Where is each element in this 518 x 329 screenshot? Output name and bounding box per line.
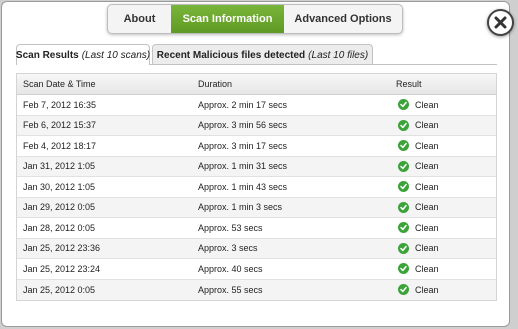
cell-duration: Approx. 3 min 56 secs <box>198 120 288 131</box>
table-header: Scan Date & Time Duration Result <box>17 74 496 95</box>
cell-result: Clean <box>396 160 496 172</box>
cell-duration: Approx. 53 secs <box>198 222 263 233</box>
result-label: Clean <box>415 284 439 295</box>
cell-duration: Approx. 40 secs <box>198 263 263 274</box>
subtab-scan-results-label: Scan Results <box>15 49 79 61</box>
check-icon <box>398 140 409 152</box>
cell-date: Jan 30, 2012 1:05 <box>23 181 96 192</box>
cell-duration: Approx. 3 secs <box>198 243 258 254</box>
cell-date: Jan 28, 2012 0:05 <box>23 222 96 233</box>
result-label: Clean <box>415 263 439 274</box>
table-row: Feb 4, 2012 18:17 Approx. 3 min 17 secs Cl… <box>17 136 496 157</box>
subtab-malicious-files[interactable]: Recent Malicious files detected (Last 10… <box>152 44 373 65</box>
tab-advanced-options[interactable]: Advanced Options <box>284 5 402 33</box>
result-label: Clean <box>415 202 439 213</box>
table-body: Feb 7, 2012 16:35 Approx. 2 min 17 secs Cl… <box>17 95 496 300</box>
cell-date: Jan 29, 2012 0:05 <box>23 202 96 213</box>
subtab-scan-results-hint: (Last 10 scans) <box>81 49 151 61</box>
table-row: Jan 25, 2012 23:36 Approx. 3 secs Clean <box>17 238 496 259</box>
check-icon <box>398 160 409 172</box>
header-date: Scan Date & Time <box>23 79 96 89</box>
result-label: Clean <box>415 99 439 110</box>
check-icon <box>398 119 409 131</box>
scan-info-dialog: About Scan Information Advanced Options … <box>1 1 510 327</box>
check-icon <box>398 99 409 111</box>
table-row: Jan 28, 2012 0:05 Approx. 53 secs Clean <box>17 218 496 239</box>
subtab-scan-results[interactable]: Scan Results (Last 10 scans) <box>16 44 150 65</box>
table-row: Jan 25, 2012 0:05 Approx. 55 secs Clean <box>17 279 496 300</box>
tab-scan-information[interactable]: Scan Information <box>171 5 284 33</box>
cell-result: Clean <box>396 99 496 111</box>
close-icon <box>494 16 507 29</box>
check-icon <box>398 181 409 193</box>
table-row: Jan 31, 2012 1:05 Approx. 1 min 31 secs Cl… <box>17 156 496 177</box>
cell-duration: Approx. 1 min 3 secs <box>198 202 283 213</box>
scan-results-table: Scan Date & Time Duration Result Feb 7, … <box>16 73 497 301</box>
cell-duration: Approx. 3 min 17 secs <box>198 140 288 151</box>
subtab-malicious-files-label: Recent Malicious files detected <box>156 49 306 61</box>
header-result: Result <box>396 79 422 89</box>
check-icon <box>398 222 409 234</box>
cell-duration: Approx. 1 min 43 secs <box>198 181 288 192</box>
check-icon <box>398 201 409 213</box>
cell-result: Clean <box>396 201 496 213</box>
check-icon <box>398 284 409 296</box>
table-row: Feb 7, 2012 16:35 Approx. 2 min 17 secs Cl… <box>17 95 496 116</box>
cell-result: Clean <box>396 263 496 275</box>
cell-date: Feb 4, 2012 18:17 <box>23 140 97 151</box>
table-row: Feb 6, 2012 15:37 Approx. 3 min 56 secs Cl… <box>17 115 496 136</box>
cell-date: Jan 25, 2012 23:36 <box>23 243 101 254</box>
result-label: Clean <box>415 140 439 151</box>
cell-date: Jan 25, 2012 23:24 <box>23 263 101 274</box>
check-icon <box>398 242 409 254</box>
table-row: Jan 29, 2012 0:05 Approx. 1 min 3 secs Cle… <box>17 197 496 218</box>
cell-date: Jan 25, 2012 0:05 <box>23 284 96 295</box>
result-label: Clean <box>415 181 439 192</box>
cell-result: Clean <box>396 181 496 193</box>
cell-date: Jan 31, 2012 1:05 <box>23 161 96 172</box>
cell-result: Clean <box>396 119 496 131</box>
cell-date: Feb 6, 2012 15:37 <box>23 120 97 131</box>
cell-date: Feb 7, 2012 16:35 <box>23 99 97 110</box>
tab-about[interactable]: About <box>108 5 171 33</box>
table-row: Jan 30, 2012 1:05 Approx. 1 min 43 secs Cl… <box>17 177 496 198</box>
cell-result: Clean <box>396 284 496 296</box>
cell-duration: Approx. 2 min 17 secs <box>198 99 288 110</box>
cell-result: Clean <box>396 222 496 234</box>
cell-result: Clean <box>396 242 496 254</box>
top-tab-bar: About Scan Information Advanced Options <box>107 4 403 34</box>
close-button[interactable] <box>487 9 514 36</box>
cell-duration: Approx. 55 secs <box>198 284 263 295</box>
result-label: Clean <box>415 243 439 254</box>
result-label: Clean <box>415 222 439 233</box>
subtab-malicious-files-hint: (Last 10 files) <box>308 49 369 61</box>
cell-result: Clean <box>396 140 496 152</box>
header-duration: Duration <box>198 79 233 89</box>
cell-duration: Approx. 1 min 31 secs <box>198 161 288 172</box>
table-row: Jan 25, 2012 23:24 Approx. 40 secs Clean <box>17 259 496 280</box>
check-icon <box>398 263 409 275</box>
result-label: Clean <box>415 161 439 172</box>
result-label: Clean <box>415 120 439 131</box>
